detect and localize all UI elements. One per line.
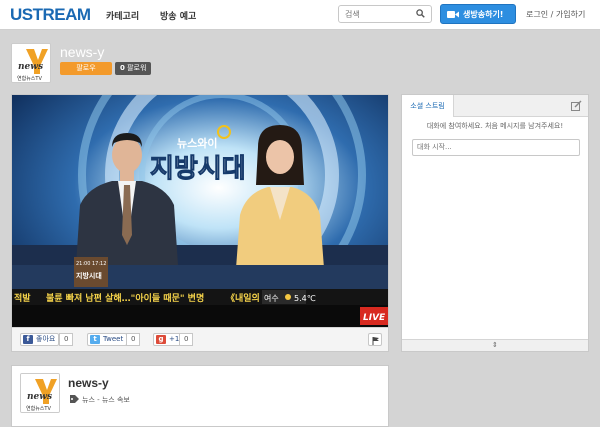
facebook-like-label: 좋아요 — [36, 335, 56, 343]
gplus-count: 0 — [179, 333, 194, 346]
svg-text:news: news — [18, 62, 43, 72]
share-bar: f 좋아요 0 t Tweet 0 g +1 0 — [12, 327, 388, 351]
weather-city: 여수 — [264, 293, 279, 303]
tag-icon — [70, 395, 79, 403]
nav-upcoming[interactable]: 방송 예고 — [160, 9, 196, 22]
follow-button[interactable]: 팔로우 — [60, 62, 112, 75]
svg-text:연합뉴스TV: 연합뉴스TV — [17, 75, 42, 82]
social-tab-bar: 소셜 스트림 — [402, 95, 588, 117]
video-player-panel: 뉴스와이 지방시대 21:00 17:12 지방시대 적발 불륜 빠져 남편 살… — [11, 94, 389, 352]
svg-text:news: news — [27, 392, 52, 402]
tweet-count: 0 — [126, 333, 141, 346]
news-y-logo-icon: news 연합뉴스TV — [21, 374, 59, 412]
channel-categories: 뉴스 - 뉴스 속보 — [70, 395, 130, 405]
ustream-logo[interactable]: USTREAM — [10, 5, 91, 25]
login-signup-link[interactable]: 로그인 / 가입하기 — [526, 9, 585, 20]
edit-icon[interactable] — [571, 100, 582, 111]
ticker-left: 적발 — [14, 292, 31, 304]
facebook-like-button[interactable]: f 좋아요 — [20, 333, 60, 346]
channel-info-card: news 연합뉴스TV news-y 뉴스 - 뉴스 속보 — [11, 365, 389, 427]
search-icon[interactable] — [416, 9, 425, 18]
report-flag-button[interactable] — [368, 333, 382, 346]
follower-label: 팔로워 — [127, 64, 147, 72]
search-input[interactable] — [345, 8, 415, 20]
social-stream-panel: 소셜 스트림 대화에 참여하세요. 처음 메시지를 남겨주세요! ⇕ — [401, 94, 589, 352]
top-nav-bar: USTREAM 카테고리 방송 예고 생방송하기! 로그인 / 가입하기 — [0, 0, 600, 30]
social-panel-footer: ⇕ — [402, 339, 588, 351]
news-y-logo-icon: news 연합뉴스TV — [12, 44, 50, 82]
ticker-main: 불륜 빠져 남편 살해…"아이들 때문" 변명 — [46, 292, 204, 304]
resize-handle-icon[interactable]: ⇕ — [492, 341, 498, 349]
nav-categories[interactable]: 카테고리 — [106, 9, 139, 22]
chat-compose-box[interactable] — [412, 139, 580, 156]
info-channel-avatar[interactable]: news 연합뉴스TV — [20, 373, 60, 413]
show-brand-text: 뉴스와이 — [177, 136, 217, 150]
svg-text:21:00 17:12: 21:00 17:12 — [76, 261, 106, 267]
tweet-button[interactable]: t Tweet — [87, 333, 128, 346]
tab-social-stream[interactable]: 소셜 스트림 — [402, 95, 454, 117]
video-frame: 뉴스와이 지방시대 21:00 17:12 지방시대 적발 불륜 빠져 남편 살… — [12, 95, 388, 327]
channel-avatar[interactable]: news 연합뉴스TV — [11, 43, 51, 83]
svg-text:지방시대: 지방시대 — [76, 271, 102, 280]
channel-title[interactable]: news-y — [60, 44, 104, 60]
social-hint-text: 대화에 참여하세요. 처음 메시지를 남겨주세요! — [426, 122, 564, 130]
facebook-icon: f — [23, 335, 33, 344]
facebook-count: 0 — [59, 333, 74, 346]
video-camera-icon — [447, 11, 459, 18]
video-player[interactable]: 뉴스와이 지방시대 21:00 17:12 지방시대 적발 불륜 빠져 남편 살… — [12, 95, 388, 327]
ticker-right: 《내일의 — [226, 292, 260, 304]
categories-text[interactable]: 뉴스 - 뉴스 속보 — [82, 396, 130, 404]
gplus-label: +1 — [169, 335, 180, 343]
follower-count-badge: 0 팔로워 — [115, 62, 152, 75]
broadcast-label: 생방송하기! — [463, 10, 504, 19]
live-badge: LIVE — [363, 313, 386, 323]
weather-temp: 5.4℃ — [294, 294, 316, 303]
info-channel-title[interactable]: news-y — [68, 376, 109, 390]
twitter-icon: t — [90, 335, 100, 344]
follower-count: 0 — [120, 64, 125, 72]
flag-icon — [372, 337, 379, 345]
broadcast-button[interactable]: 생방송하기! — [440, 4, 516, 24]
show-title-text: 지방시대 — [150, 154, 246, 184]
svg-text:연합뉴스TV: 연합뉴스TV — [26, 405, 51, 412]
gplus-icon: g — [156, 335, 166, 344]
chat-input[interactable] — [417, 143, 572, 151]
tweet-label: Tweet — [103, 335, 124, 343]
search-box[interactable] — [338, 5, 432, 23]
